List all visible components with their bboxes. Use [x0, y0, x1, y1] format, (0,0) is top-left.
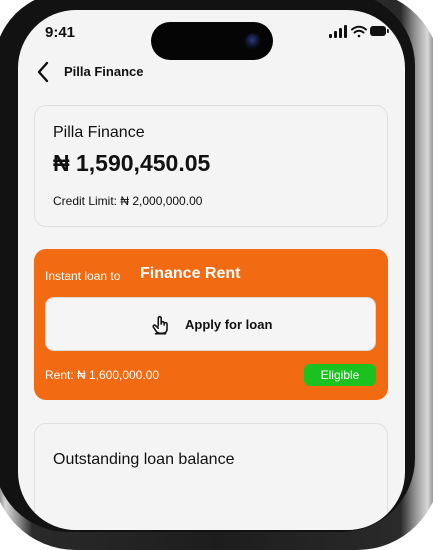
loan-card-target: Finance Rent	[140, 265, 241, 282]
phone-bezel: 9:41 Pilla Finance Pilla Finance ₦ 1,590…	[0, 0, 415, 532]
phone-frame: 9:41 Pilla Finance Pilla Finance ₦ 1,590…	[0, 0, 433, 550]
status-icons	[329, 25, 389, 38]
wifi-icon	[351, 25, 367, 38]
page-title: Pilla Finance	[64, 64, 144, 79]
camera-icon	[245, 33, 261, 49]
outstanding-card-title: Outstanding loan balance	[53, 451, 235, 468]
apply-button-label: Apply for loan	[185, 317, 273, 332]
status-time: 9:41	[45, 24, 76, 41]
eligible-badge: Eligible	[304, 364, 376, 386]
battery-icon	[370, 26, 389, 36]
credit-limit: Credit Limit: ₦ 2,000,000.00	[53, 194, 203, 208]
instant-loan-card: Instant loan to Finance Rent Apply for l…	[34, 249, 388, 400]
balance-card: Pilla Finance ₦ 1,590,450.05 Credit Limi…	[34, 105, 388, 227]
top-navigation: Pilla Finance	[18, 60, 405, 90]
outstanding-balance-card: Outstanding loan balance	[34, 423, 388, 530]
loan-card-prefix: Instant loan to	[45, 269, 121, 283]
signal-icon	[329, 25, 347, 38]
balance-amount: ₦ 1,590,450.05	[53, 150, 211, 176]
chevron-left-icon[interactable]	[32, 60, 56, 84]
apply-for-loan-button[interactable]: Apply for loan	[45, 297, 376, 351]
tap-hand-icon	[152, 315, 168, 335]
rent-amount: Rent: ₦ 1,600,000.00	[45, 368, 160, 382]
app-screen: 9:41 Pilla Finance Pilla Finance ₦ 1,590…	[18, 10, 405, 530]
dynamic-island	[151, 22, 273, 60]
balance-card-title: Pilla Finance	[53, 124, 145, 141]
